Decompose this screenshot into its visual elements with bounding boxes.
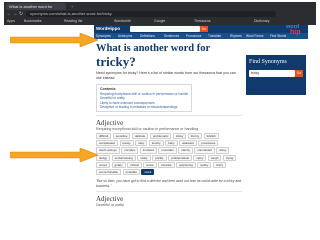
bookmark-item[interactable]: Apps <box>7 19 15 24</box>
synonym-chip[interactable]: nasty <box>137 154 151 161</box>
synonym-chip[interactable]: prickly <box>152 154 167 161</box>
browser-toolbar: ← → ↻ synonyms.com/what-is-another-word-… <box>4 10 316 18</box>
synonym-list: difficult sensitive delicate problematic sti… <box>94 132 244 176</box>
synonym-chip[interactable]: delicate <box>131 133 149 140</box>
synonym-chip[interactable]: uncomfortable <box>96 169 122 176</box>
synonym-chip[interactable]: touchy <box>148 140 164 147</box>
bookmark-item[interactable]: Google <box>154 19 165 24</box>
site-brand[interactable]: WordHippo <box>96 25 120 33</box>
synonym-chip[interactable]: risky <box>135 140 148 147</box>
synonym-chip[interactable]: quirky <box>197 161 212 169</box>
synonym-chip[interactable]: catchy <box>178 147 193 154</box>
webpage: WordHippo Go Synonyms Antonyms Definitio… <box>94 25 308 240</box>
synonym-chip[interactable]: sticky <box>172 133 187 140</box>
synonym-chip[interactable]: unstable <box>122 169 140 176</box>
synonym-chip[interactable]: problematic <box>149 133 172 140</box>
bookmark-item[interactable]: Wordsmith <box>114 19 131 24</box>
synonym-chip[interactable]: tough <box>207 154 222 161</box>
find-synonyms-panel: Find Synonyms tricky Go <box>246 55 306 95</box>
synonym-chip[interactable]: trying <box>222 154 237 161</box>
synonym-chip[interactable]: dicey <box>216 147 230 154</box>
synonym-chip[interactable]: uncertain <box>158 147 177 154</box>
bookmarks-bar: Apps Bookmarks Reading list Wordsmith Go… <box>4 18 316 25</box>
synonym-chip[interactable]: difficult <box>96 133 112 140</box>
intro-text: Need synonyms for tricky? Here's a list … <box>96 71 236 80</box>
synonym-chip[interactable]: hairy <box>165 140 178 147</box>
page-title-word: tricky? <box>96 54 136 69</box>
arrow-icon <box>10 33 98 47</box>
reload-icon[interactable]: ↻ <box>18 11 24 17</box>
synonym-chip[interactable]: embarrassing <box>111 154 136 161</box>
bookmark-item[interactable]: Dictionary <box>254 19 270 24</box>
tab-strip: What is another word for + <box>4 2 316 10</box>
synonym-chip[interactable]: sensitive <box>112 133 131 140</box>
header-search-button[interactable]: Go <box>200 26 208 32</box>
browser-window: What is another word for + ← → ↻ synonym… <box>4 2 316 25</box>
synonym-chip[interactable]: ticklish <box>203 133 219 140</box>
site-header: WordHippo Go <box>94 25 308 33</box>
address-bar[interactable]: synonyms.com/what-is-another-word-for/tr… <box>26 11 276 17</box>
synonym-chip[interactable]: perplexing <box>176 161 196 169</box>
synonym-chip[interactable]: complicated <box>96 140 119 147</box>
divider <box>96 191 242 193</box>
main-content: What is another word for tricky? Need sy… <box>94 39 244 208</box>
arrow-icon <box>10 148 98 162</box>
wordhippo-logo: word hip <box>286 24 310 37</box>
synonym-chip[interactable]: convoluted <box>194 147 215 154</box>
header-search-input[interactable] <box>130 26 200 32</box>
find-synonyms-title: Find Synonyms <box>249 59 287 65</box>
synonym-chip[interactable]: critical <box>127 161 142 169</box>
synonym-chip[interactable]: crazy <box>212 161 227 169</box>
synonym-chip[interactable]: touch-and-go <box>96 147 120 154</box>
new-tab-button[interactable]: + <box>68 3 76 10</box>
slide: What is another word for + ← → ↻ synonym… <box>0 0 320 240</box>
synonym-chip[interactable]: intricate <box>158 161 175 169</box>
synonym-chip[interactable]: spiny <box>193 154 207 161</box>
section-heading: Adjective <box>96 195 124 204</box>
synonym-chip[interactable]: complex <box>121 147 139 154</box>
synonym-chip[interactable]: precarious <box>198 140 219 147</box>
bookmark-item[interactable]: Bookmarks <box>24 19 42 24</box>
bookmark-item[interactable]: Reading list <box>64 19 82 24</box>
synonym-chip[interactable]: problematical <box>168 154 192 161</box>
section-heading: Adjective <box>96 119 124 127</box>
synonym-search-input[interactable]: tricky <box>249 70 295 77</box>
synonym-chip[interactable]: dodgy <box>96 154 111 161</box>
bookmark-item[interactable]: Thesaurus <box>194 19 211 24</box>
section-description: Deceitful or crafty <box>96 203 124 208</box>
synonym-chip[interactable]: thorny <box>187 133 203 140</box>
synonym-chip[interactable]: vexed <box>96 161 111 169</box>
synonym-chip[interactable]: stuck <box>141 169 155 176</box>
contents-box: Contents Requiring exceptional skill or … <box>96 84 192 112</box>
subnav-item[interactable]: Word Forms <box>246 33 263 39</box>
synonym-chip[interactable]: gnarly <box>111 161 126 169</box>
synonym-search-button[interactable]: Go <box>295 70 303 77</box>
synonym-chip[interactable]: tense <box>143 161 157 169</box>
synonym-chip[interactable]: awkward <box>179 140 197 147</box>
example-quote: "But so then, you have got to find a dir… <box>96 179 242 188</box>
synonym-chip[interactable]: involved <box>139 147 157 154</box>
synonym-chip[interactable]: knotty <box>119 140 134 147</box>
logo-text: hip <box>290 29 301 36</box>
contents-link[interactable]: Deceptive or leading to mistakes or misu… <box>100 105 188 109</box>
divider <box>96 115 242 116</box>
subnav-item[interactable]: Find Words <box>270 33 286 39</box>
browser-tab[interactable]: What is another word for <box>6 3 66 10</box>
